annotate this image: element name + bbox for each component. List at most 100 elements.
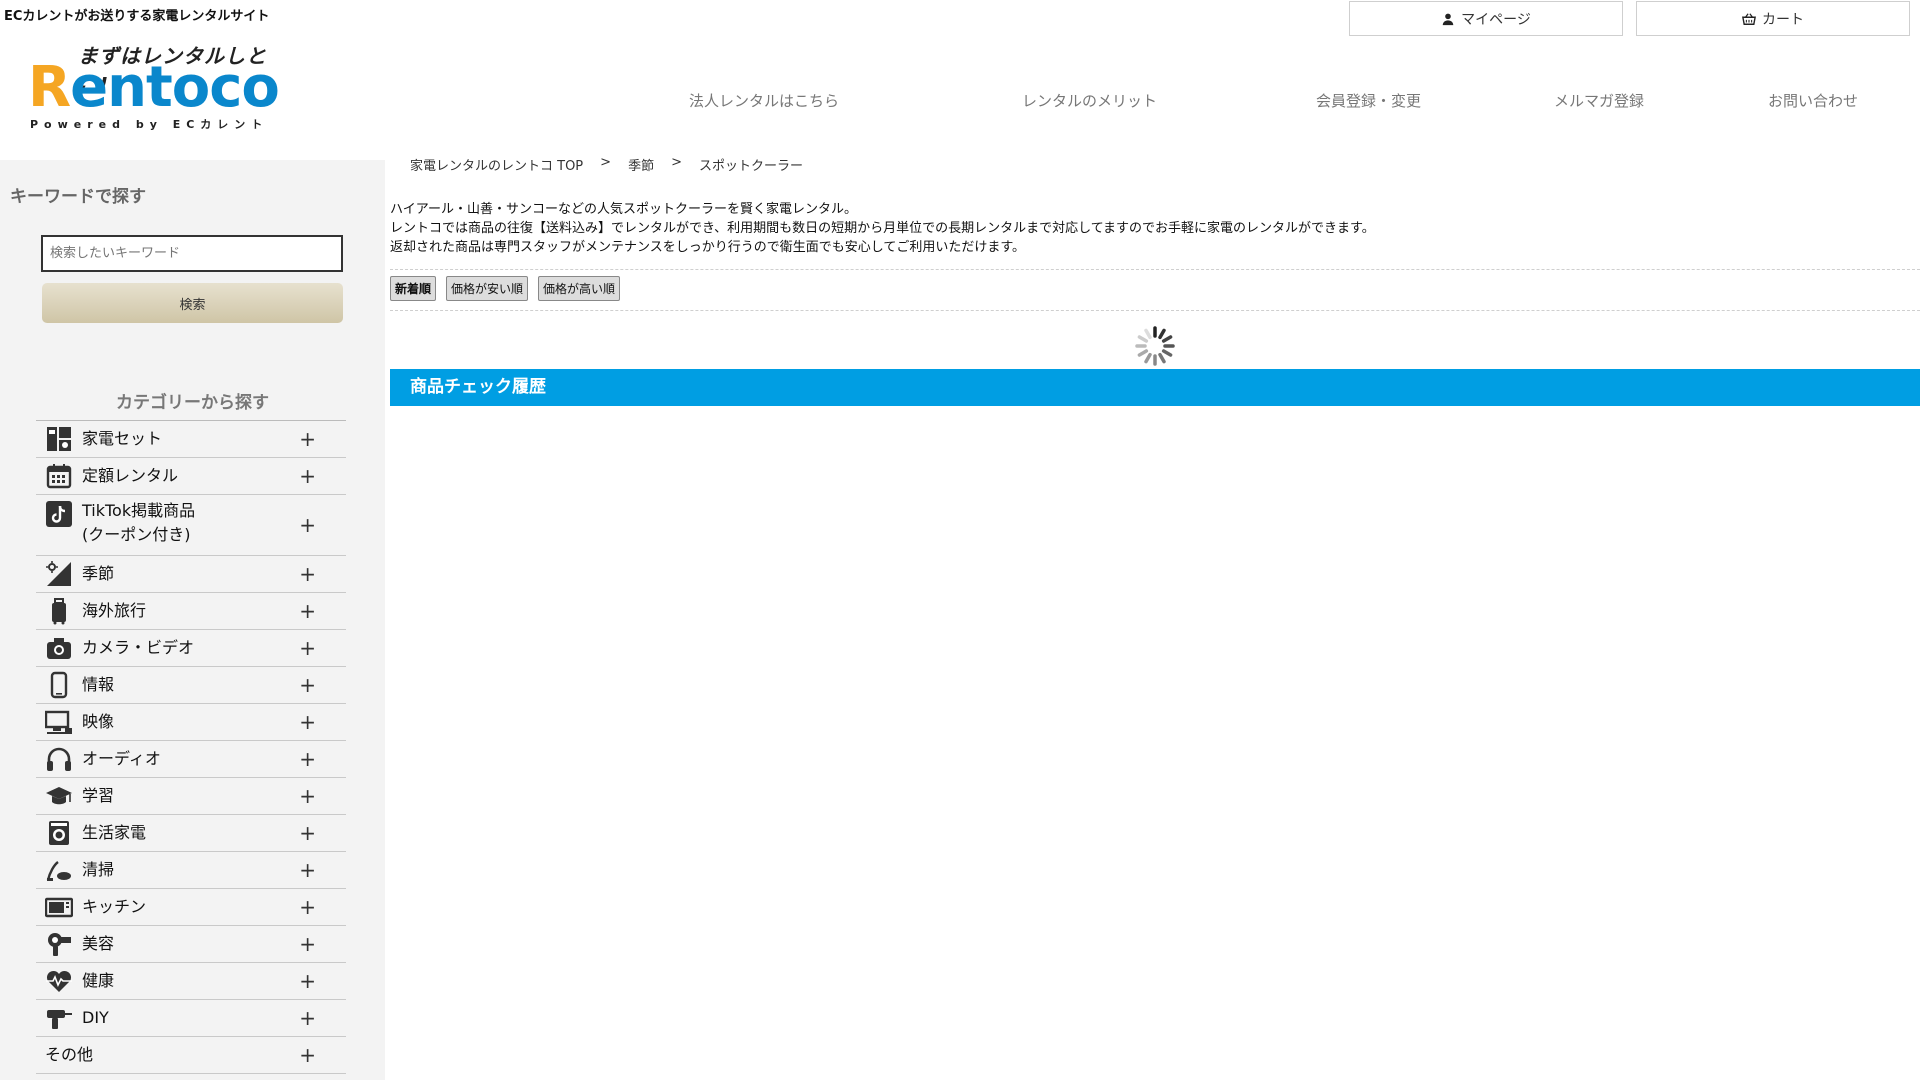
category-label: TikTok掲載商品 (クーポン付き) [82,501,196,544]
expand-plus-icon[interactable]: + [299,636,316,660]
category-label: 季節 [82,564,115,583]
category-item[interactable]: カメラ・ビデオ + [36,630,346,667]
nav-newsletter[interactable]: メルマガ登録 [1554,90,1644,111]
graduation-cap-icon [44,781,74,811]
tv-icon [44,707,74,737]
sort-price-low-button[interactable]: 価格が安い順 [446,276,529,301]
cart-label: カート [1762,11,1804,28]
category-label: 健康 [82,971,115,990]
nav-contact[interactable]: お問い合わせ [1768,90,1858,111]
suitcase-icon [44,596,74,626]
heartbeat-icon [44,966,74,996]
expand-plus-icon[interactable]: + [299,821,316,845]
mypage-label: マイページ [1461,11,1531,28]
keyword-search-input[interactable] [41,235,343,272]
expand-plus-icon[interactable]: + [299,784,316,808]
expand-plus-icon[interactable]: + [299,969,316,993]
expand-plus-icon[interactable]: + [299,599,316,623]
category-label: キッチン [82,897,147,916]
expand-plus-icon[interactable]: + [299,895,316,919]
camera-icon [44,633,74,663]
breadcrumb-separator: > [671,155,682,170]
nav-corporate-rental[interactable]: 法人レンタルはこちら [689,90,839,111]
microwave-icon [44,892,74,922]
category-item[interactable]: キッチン + [36,889,346,926]
category-item[interactable]: 季節 + [36,556,346,593]
category-item[interactable]: 健康 + [36,963,346,1000]
mypage-button[interactable]: マイページ [1349,1,1623,36]
expand-plus-icon[interactable]: + [299,747,316,771]
sort-newest-button[interactable]: 新着順 [390,276,437,301]
category-label: 家電セット [82,429,163,448]
user-icon [1442,13,1454,25]
rentoco-logo[interactable]: まずはレンタルしとこ! Rentoco Powered by ECカレント [28,40,298,132]
category-item[interactable]: その他 + [36,1037,346,1074]
headphones-icon [44,744,74,774]
category-label: 美容 [82,934,115,953]
breadcrumb-separator: > [600,155,612,170]
expand-plus-icon[interactable]: + [299,932,316,956]
expand-plus-icon[interactable]: + [299,710,316,734]
breadcrumb-season[interactable]: 季節 [628,155,654,174]
expand-plus-icon[interactable]: + [299,513,316,537]
category-label: DIY [82,1008,109,1027]
category-item[interactable]: DIY + [36,1000,346,1037]
product-history-header: 商品チェック履歴 [390,369,1920,406]
category-item[interactable]: 定額レンタル + [36,458,346,495]
category-item[interactable]: オーディオ + [36,741,346,778]
category-label: 海外旅行 [82,601,147,620]
category-item[interactable]: 学習 + [36,778,346,815]
category-label: 映像 [82,712,115,731]
nav-rental-merits[interactable]: レンタルのメリット [1022,90,1157,111]
hair-dryer-icon [44,929,74,959]
sort-price-high-button[interactable]: 価格が高い順 [538,276,621,301]
category-item[interactable]: 家電セット + [36,421,346,458]
sidebar: キーワードで探す 検索 カテゴリーから探す 家電セット + 定額レンタル + T… [0,160,385,1080]
expand-plus-icon[interactable]: + [299,427,316,451]
breadcrumb-current: スポットクーラー [698,159,803,174]
logo-brand: Rentoco [28,55,280,120]
category-description: ハイアール・山善・サンコーなどの人気スポットクーラーを賢く家電レンタル。 レント… [390,200,1375,257]
category-label: 生活家電 [82,823,147,842]
category-label: 清掃 [82,860,115,879]
breadcrumb-top[interactable]: 家電レンタルのレントコ TOP [410,155,583,174]
breadcrumb: 家電レンタルのレントコ TOP > 季節 > スポットクーラー [410,155,803,174]
calendar-icon [44,461,74,491]
category-label: カメラ・ビデオ [82,638,195,657]
category-item[interactable]: 海外旅行 + [36,593,346,630]
season-icon [44,559,74,589]
category-title: カテゴリーから探す [116,393,269,413]
category-item[interactable]: 美容 + [36,926,346,963]
expand-plus-icon[interactable]: + [299,1006,316,1030]
smartphone-icon [44,670,74,700]
description-line: 返却された商品は専門スタッフがメンテナンスをしっかり行うので衛生面でも安心してご… [390,240,1026,255]
site-tagline: ECカレントがお送りする家電レンタルサイト [4,9,270,24]
expand-plus-icon[interactable]: + [299,1043,316,1067]
nav-member-registration[interactable]: 会員登録・変更 [1316,90,1421,111]
vacuum-icon [44,855,74,885]
category-label: その他 [45,1045,94,1064]
category-label: オーディオ [82,749,161,768]
sort-buttons: 新着順 価格が安い順 価格が高い順 [390,276,621,301]
basket-icon [1742,12,1756,25]
logo-powered-by: Powered by ECカレント [30,118,269,131]
description-line: ハイアール・山善・サンコーなどの人気スポットクーラーを賢く家電レンタル。 [390,202,857,217]
expand-plus-icon[interactable]: + [299,858,316,882]
category-label: 情報 [82,675,115,694]
category-item[interactable]: TikTok掲載商品 (クーポン付き) + [36,495,346,556]
washing-machine-icon [44,818,74,848]
category-list: 家電セット + 定額レンタル + TikTok掲載商品 (クーポン付き) + 季… [36,420,346,1074]
search-button[interactable]: 検索 [42,283,343,323]
category-item[interactable]: 映像 + [36,704,346,741]
cart-button[interactable]: カート [1636,1,1910,36]
divider [390,310,1920,311]
expand-plus-icon[interactable]: + [299,562,316,586]
category-item[interactable]: 清掃 + [36,852,346,889]
expand-plus-icon[interactable]: + [299,464,316,488]
category-label: 学習 [82,786,115,805]
category-item[interactable]: 生活家電 + [36,815,346,852]
category-item[interactable]: 情報 + [36,667,346,704]
keyword-search-title: キーワードで探す [10,187,146,207]
tiktok-icon [44,499,74,529]
expand-plus-icon[interactable]: + [299,673,316,697]
